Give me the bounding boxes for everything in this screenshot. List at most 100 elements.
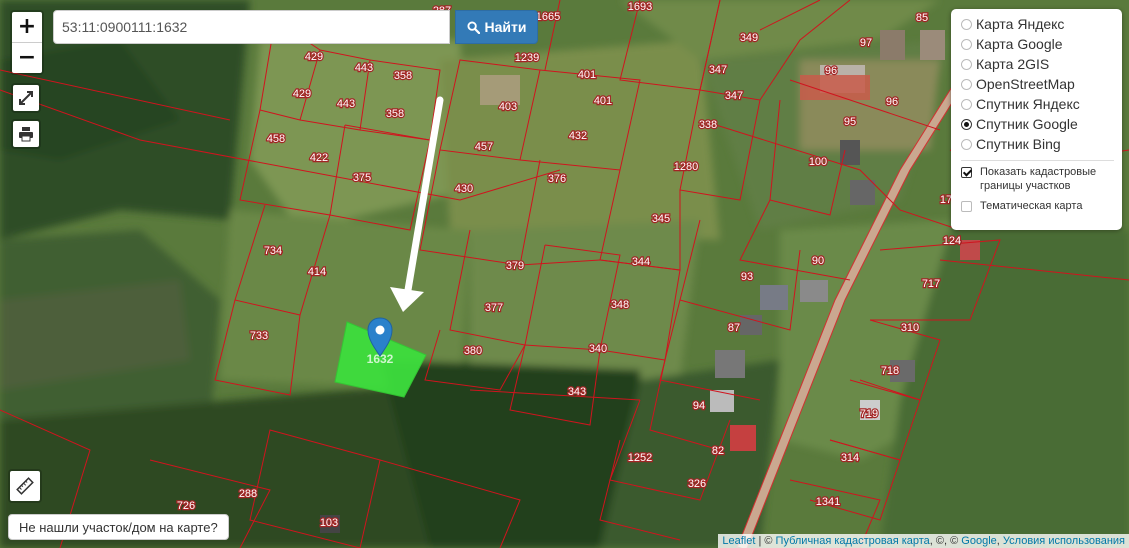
parcel-number-label: 93 (741, 271, 753, 283)
search-button[interactable]: Найти (455, 10, 538, 44)
layers-panel: Карта Яндекс Карта Google Карта 2GIS OpenSt… (951, 9, 1122, 230)
parcel-number-label: 96 (886, 96, 898, 108)
parcel-number-label: 457 (475, 141, 493, 153)
fullscreen-button[interactable] (11, 83, 41, 113)
base-layer-option[interactable]: Карта Google (961, 34, 1114, 54)
parcel-number-label: 429 (293, 88, 311, 100)
parcel-number-label: 94 (693, 400, 705, 412)
base-layer-label: Спутник Яндекс (976, 96, 1080, 112)
parcel-number-label: 443 (355, 62, 373, 74)
parcel-number-label: 458 (267, 133, 285, 145)
panel-divider (961, 160, 1114, 161)
parcel-number-label: 345 (652, 213, 670, 225)
base-layer-list: Карта Яндекс Карта Google Карта 2GIS OpenSt… (961, 14, 1114, 154)
parcel-number-label: 717 (922, 278, 940, 290)
parcel-number-label: 358 (394, 70, 412, 82)
parcel-number-label: 403 (499, 101, 517, 113)
overlay-label: Тематическая карта (980, 200, 1083, 212)
attribution-sep-1: | © (755, 535, 776, 547)
base-layer-label: Карта Яндекс (976, 16, 1065, 32)
checkbox[interactable] (961, 167, 972, 178)
zoom-control: + − (10, 10, 44, 75)
parcel-number-label: 432 (569, 130, 587, 142)
parcel-number-label: 429 (305, 51, 323, 63)
radio-button[interactable] (961, 118, 972, 130)
parcel-number-label: 97 (860, 37, 872, 49)
checkbox[interactable] (961, 201, 972, 212)
radio-button[interactable] (961, 138, 972, 150)
base-layer-label: Карта Google (976, 36, 1063, 52)
parcel-number-label: 1665 (536, 11, 560, 23)
parcel-number-label: 103 (320, 517, 338, 529)
overlay-label: Показать кадастровые границы участков (980, 166, 1097, 192)
parcel-number-label: 343 (568, 386, 586, 398)
base-layer-label: Карта 2GIS (976, 56, 1050, 72)
search-input[interactable] (53, 10, 450, 44)
google-link[interactable]: Google (961, 535, 996, 547)
parcel-number-label: 376 (548, 173, 566, 185)
attribution-sep-2: , ©, © (929, 535, 962, 547)
parcel-number-label: 443 (337, 98, 355, 110)
parcel-number-label: 87 (728, 322, 740, 334)
parcel-number-label: 310 (901, 322, 919, 334)
fullscreen-icon (19, 91, 33, 105)
radio-button[interactable] (961, 58, 972, 70)
parcel-number-label: 347 (709, 64, 727, 76)
parcel-number-label: 430 (455, 183, 473, 195)
measure-button[interactable] (8, 469, 42, 503)
zoom-in-button[interactable]: + (12, 12, 42, 42)
base-layer-option[interactable]: Карта Яндекс (961, 14, 1114, 34)
attribution: Leaflet | © Публичная кадастровая карта,… (718, 534, 1129, 548)
base-layer-label: Спутник Bing (976, 136, 1061, 152)
overlay-option[interactable]: Тематическая карта (961, 199, 1114, 213)
parcel-number-label: 326 (688, 478, 706, 490)
not-found-button[interactable]: Не нашли участок/дом на карте? (8, 514, 229, 540)
search-icon (466, 20, 480, 34)
parcel-number-label: 85 (916, 12, 928, 24)
parcel-number-label: 414 (308, 266, 326, 278)
parcel-number-label: 82 (712, 445, 724, 457)
parcel-number-label: 288 (239, 488, 257, 500)
print-button[interactable] (11, 119, 41, 149)
parcel-number-label: 726 (177, 500, 195, 512)
radio-button[interactable] (961, 18, 972, 30)
ruler-icon (16, 477, 34, 495)
base-layer-option[interactable]: OpenStreetMap (961, 74, 1114, 94)
parcel-number-label: 734 (264, 245, 282, 257)
parcel-number-label: 95 (844, 116, 856, 128)
terms-link[interactable]: Условия использования (1003, 535, 1125, 547)
parcel-number-label: 314 (841, 452, 859, 464)
parcel-number-label: 733 (250, 330, 268, 342)
base-layer-option[interactable]: Спутник Яндекс (961, 94, 1114, 114)
parcel-number-label: 379 (506, 260, 524, 272)
overlay-option[interactable]: Показать кадастровые границы участков (961, 165, 1114, 193)
parcel-number-label: 377 (485, 302, 503, 314)
parcel-number-label: 340 (589, 343, 607, 355)
parcel-number-label: 380 (464, 345, 482, 357)
base-layer-label: Спутник Google (976, 116, 1078, 132)
parcel-number-label: 348 (611, 299, 629, 311)
leaflet-link[interactable]: Leaflet (722, 535, 755, 547)
base-layer-option[interactable]: Спутник Google (961, 114, 1114, 134)
parcel-number-label: 96 (825, 65, 837, 77)
radio-button[interactable] (961, 38, 972, 50)
overlay-list: Показать кадастровые границы участков Тем… (961, 165, 1114, 213)
parcel-number-label: 401 (594, 95, 612, 107)
parcel-number-label: 347 (725, 90, 743, 102)
print-icon (19, 127, 33, 142)
parcel-number-label: 90 (812, 255, 824, 267)
parcel-number-label: 1280 (674, 161, 698, 173)
search-button-label: Найти (484, 19, 527, 35)
parcel-number-label: 719 (860, 408, 878, 420)
radio-button[interactable] (961, 98, 972, 110)
parcel-number-label: 375 (353, 172, 371, 184)
pkk-link[interactable]: Публичная кадастровая карта (776, 535, 930, 547)
parcel-number-label: 1252 (628, 452, 652, 464)
parcel-number-label: 718 (881, 365, 899, 377)
zoom-out-button[interactable]: − (12, 42, 42, 73)
marker-dot-icon (375, 325, 385, 335)
radio-button[interactable] (961, 78, 972, 90)
parcel-number-label: 338 (699, 119, 717, 131)
base-layer-option[interactable]: Спутник Bing (961, 134, 1114, 154)
base-layer-option[interactable]: Карта 2GIS (961, 54, 1114, 74)
